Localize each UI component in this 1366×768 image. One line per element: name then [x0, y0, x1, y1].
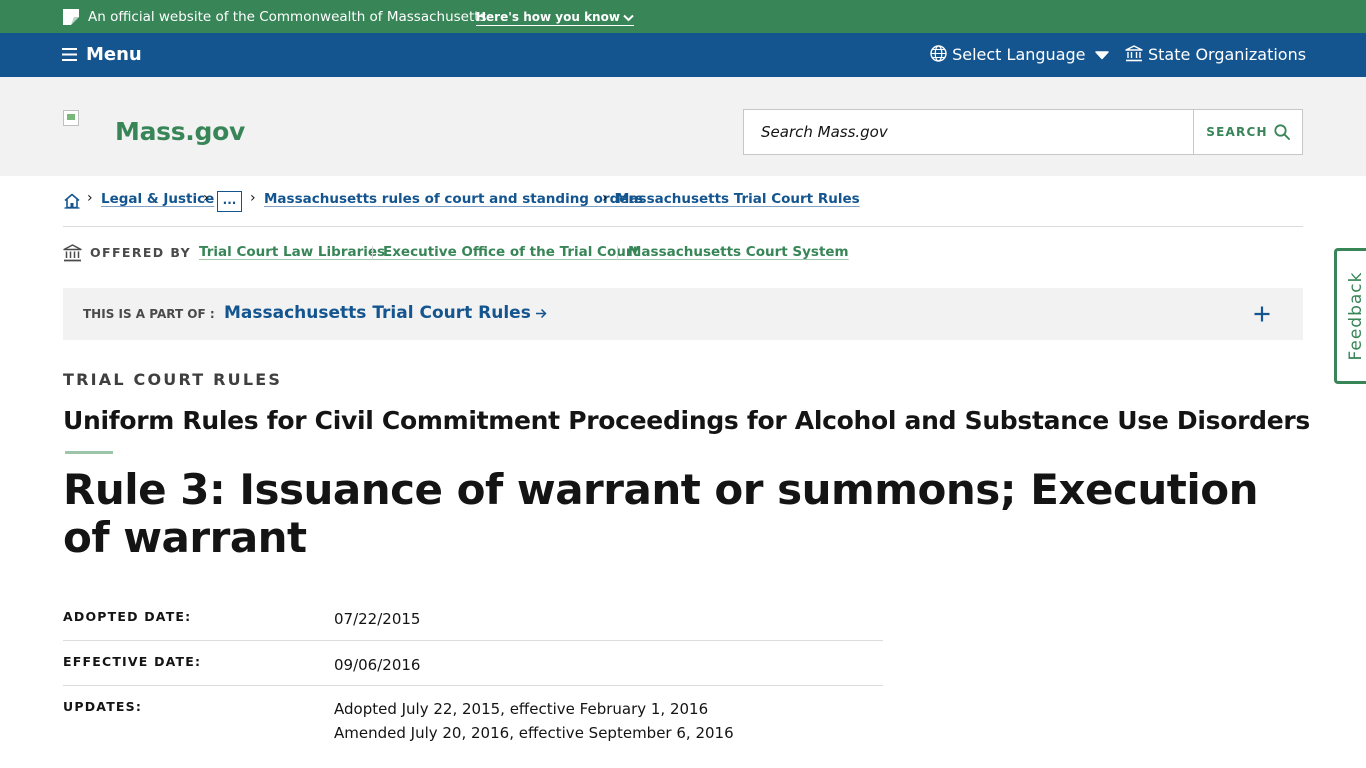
update-item: Adopted July 22, 2015, effective Februar…	[334, 700, 709, 718]
page-title: Rule 3: Issuance of warrant or summons; …	[63, 465, 1259, 562]
select-language-label: Select Language	[952, 45, 1086, 64]
mass-seal-image[interactable]	[63, 110, 79, 126]
breadcrumb: › Legal & Justice › ... › Massachusetts …	[63, 190, 1303, 227]
how-you-know-button[interactable]: Here's how you know	[476, 10, 634, 26]
official-banner: An official website of the Commonwealth …	[0, 0, 1366, 33]
search-button[interactable]: SEARCH	[1193, 110, 1302, 154]
breadcrumb-item-rules-of-court[interactable]: Massachusetts rules of court and standin…	[264, 191, 643, 207]
breadcrumb-separator: ›	[87, 190, 93, 206]
search-form: SEARCH	[743, 109, 1303, 155]
menu-label: Menu	[86, 44, 142, 65]
breadcrumb-item-legal-justice[interactable]: Legal & Justice	[101, 191, 214, 207]
hamburger-icon	[62, 48, 77, 61]
metadata-row-effective: EFFECTIVE DATE: 09/06/2016	[63, 641, 883, 686]
breadcrumb-separator: ›	[602, 190, 608, 206]
rule-metadata: ADOPTED DATE: 07/22/2015 EFFECTIVE DATE:…	[63, 595, 883, 756]
building-icon	[1125, 45, 1143, 62]
part-of-collection: THIS IS A PART OF : Massachusetts Trial …	[63, 288, 1303, 340]
page-category: TRIAL COURT RULES	[63, 370, 283, 389]
feedback-label: Feedback	[1345, 271, 1366, 361]
globe-icon	[930, 45, 947, 62]
divider	[617, 246, 618, 260]
caret-down-icon	[1094, 51, 1109, 60]
site-header: Mass.gov SEARCH	[0, 77, 1366, 176]
effective-date-value: 09/06/2016	[334, 656, 421, 674]
select-language-dropdown[interactable]: Select Language	[930, 45, 1109, 64]
breadcrumb-separator: ›	[203, 190, 209, 206]
title-divider	[65, 451, 113, 454]
how-you-know-label: Here's how you know	[476, 10, 620, 24]
chevron-down-icon	[623, 14, 634, 22]
org-link-court-system[interactable]: Massachusetts Court System	[628, 244, 849, 260]
building-icon	[63, 244, 82, 262]
page-subtitle: Uniform Rules for Civil Commitment Proce…	[63, 406, 1310, 435]
part-of-link-label: Massachusetts Trial Court Rules	[224, 303, 531, 323]
search-button-label: SEARCH	[1206, 125, 1268, 139]
mass-gov-logo[interactable]: Mass.gov	[115, 117, 245, 146]
expand-plus-icon[interactable]	[1251, 303, 1273, 325]
breadcrumb-separator: ›	[250, 190, 256, 206]
menu-button[interactable]: Menu	[62, 44, 142, 65]
adopted-date-value: 07/22/2015	[334, 610, 421, 628]
update-item: Amended July 20, 2016, effective Septemb…	[334, 724, 734, 742]
part-of-label: THIS IS A PART OF :	[83, 307, 215, 321]
org-link-law-libraries[interactable]: Trial Court Law Libraries	[199, 244, 385, 260]
massachusetts-flag-icon	[63, 9, 79, 25]
effective-date-label: EFFECTIVE DATE:	[63, 654, 202, 669]
search-icon	[1274, 124, 1290, 140]
metadata-row-adopted: ADOPTED DATE: 07/22/2015	[63, 595, 883, 641]
offered-by: OFFERED BY Trial Court Law Libraries Exe…	[63, 244, 863, 262]
home-icon[interactable]	[63, 193, 81, 209]
search-input[interactable]	[744, 110, 1192, 154]
part-of-link[interactable]: Massachusetts Trial Court Rules	[224, 303, 547, 323]
updates-label: UPDATES:	[63, 699, 143, 714]
arrow-right-icon	[535, 308, 547, 319]
offered-by-label: OFFERED BY	[90, 245, 192, 260]
adopted-date-label: ADOPTED DATE:	[63, 609, 192, 624]
state-organizations-label: State Organizations	[1148, 45, 1307, 64]
breadcrumb-expand-button[interactable]: ...	[217, 191, 242, 212]
main-navigation: Menu Select Language State Organizations	[0, 33, 1366, 77]
feedback-button[interactable]: Feedback	[1334, 248, 1366, 384]
breadcrumb-item-trial-court-rules[interactable]: Massachusetts Trial Court Rules	[616, 191, 860, 207]
metadata-row-updates: UPDATES: Adopted July 22, 2015, effectiv…	[63, 686, 883, 756]
org-link-executive-office[interactable]: Executive Office of the Trial Court	[383, 244, 639, 260]
state-organizations-link[interactable]: State Organizations	[1125, 45, 1306, 64]
official-site-text: An official website of the Commonwealth …	[88, 9, 487, 25]
divider	[372, 246, 373, 260]
